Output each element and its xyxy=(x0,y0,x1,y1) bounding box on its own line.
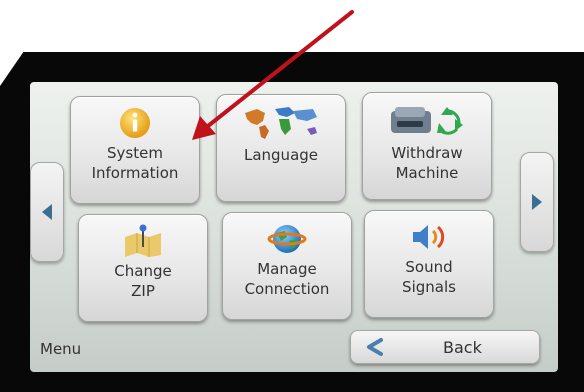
annotation-arrow xyxy=(192,10,354,140)
